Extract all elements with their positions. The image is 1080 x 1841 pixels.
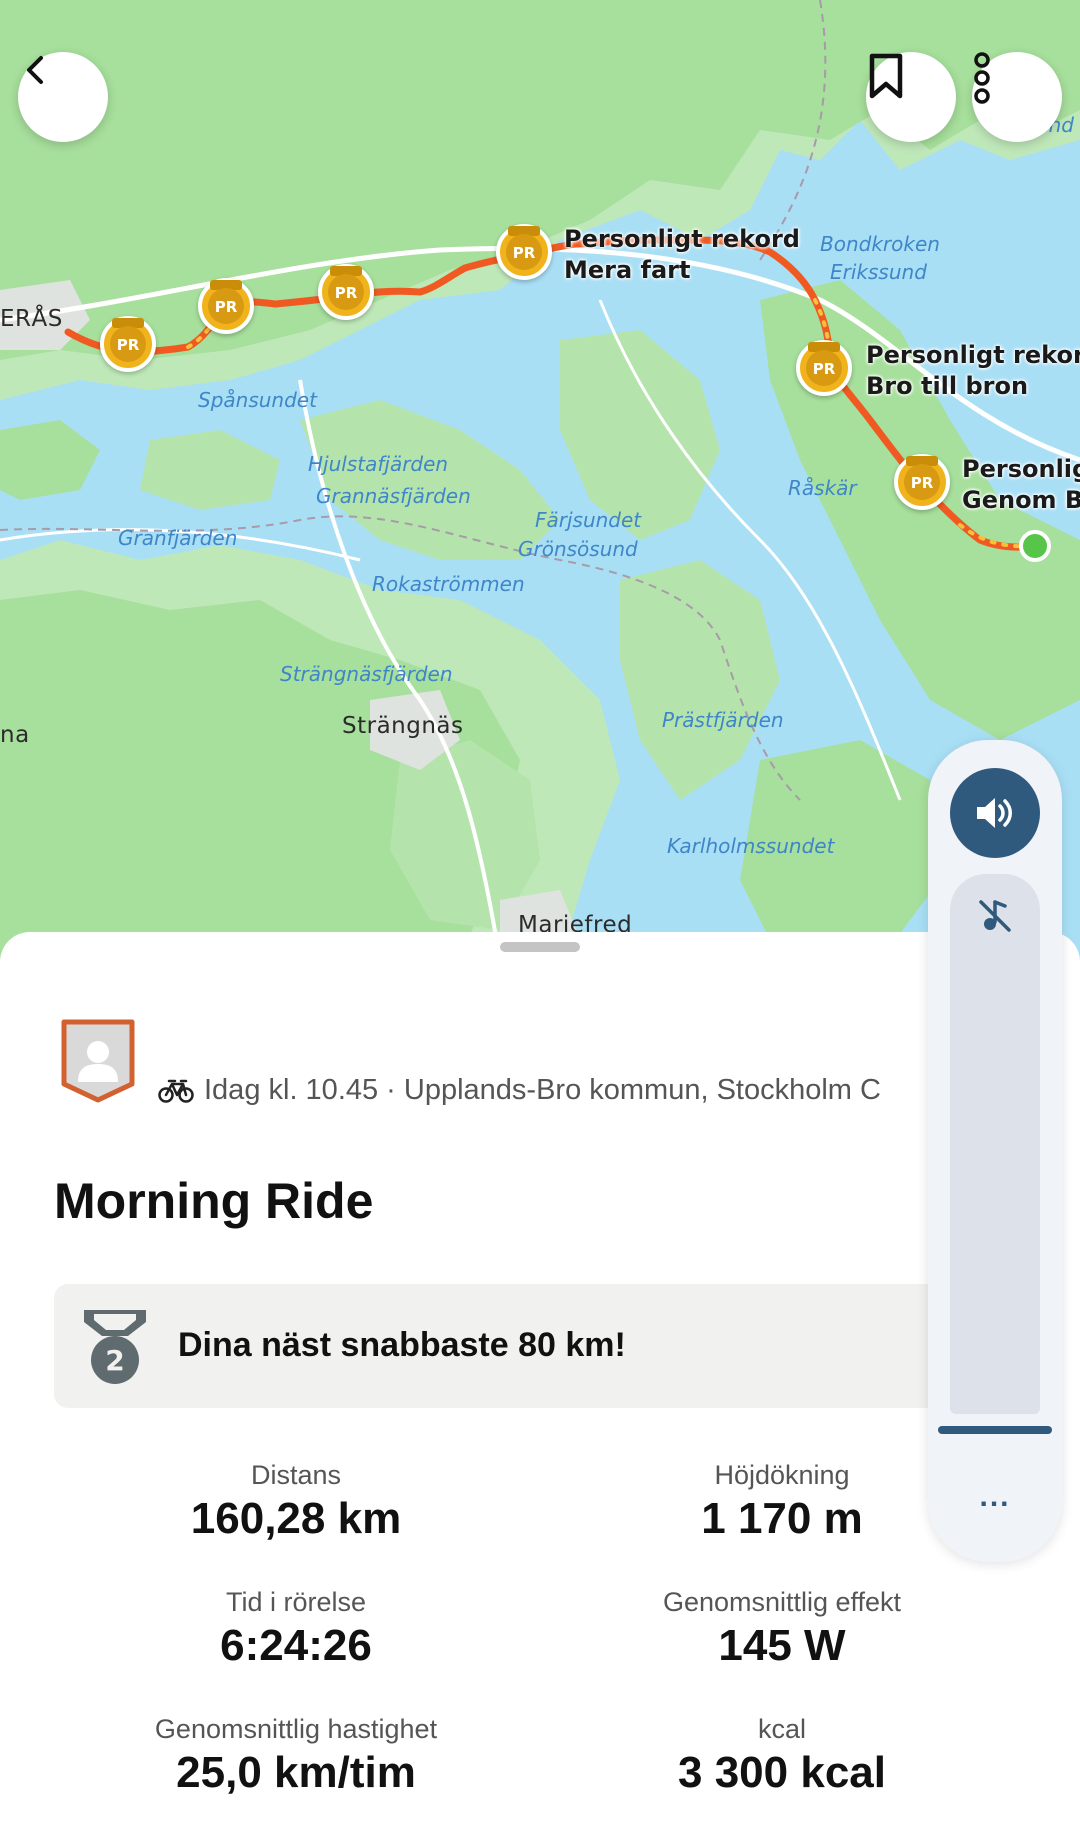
water-label: Karlholmssundet: [667, 834, 835, 858]
volume-level-bar: [938, 1426, 1052, 1434]
medal-rank: 2: [105, 1344, 124, 1377]
water-label: Erikssund: [830, 260, 927, 284]
town-label: na: [0, 722, 30, 748]
pr-annotation: Personligt rekord Bro till bron: [866, 341, 1080, 400]
pr-badge[interactable]: PR: [318, 264, 374, 320]
end-marker: [1019, 530, 1051, 562]
volume-panel: ...: [928, 740, 1062, 1562]
activity-sheet: Idag kl. 10.45 · Upplands-Bro kommun, St…: [0, 932, 1080, 1841]
stat-avg-speed: Genomsnittlig hastighet 25,0 km/tim: [154, 1714, 438, 1797]
speaker-icon: [977, 798, 1012, 828]
speaker-button[interactable]: [950, 768, 1040, 858]
water-label: Färjsundet: [535, 508, 642, 532]
water-label: Prästfjärden: [662, 708, 784, 732]
avatar-placeholder-icon: [61, 1019, 135, 1103]
chevron-left-icon: [27, 56, 43, 84]
pr-badge[interactable]: PR: [496, 224, 552, 280]
pr-annotation: Personligt Genom Br: [962, 455, 1080, 514]
sheet-drag-handle[interactable]: [500, 942, 580, 952]
achievement-banner[interactable]: 2 Dina näst snabbaste 80 km!: [54, 1284, 1054, 1408]
bookmark-icon: [869, 53, 903, 99]
water-label: Råskär: [788, 476, 857, 500]
water-label: Hjulstafjärden: [308, 452, 449, 476]
avatar[interactable]: [60, 1018, 136, 1104]
town-label: Strängnäs: [342, 713, 464, 739]
volume-slider[interactable]: [950, 874, 1040, 1414]
water-label: Grannäsfjärden: [316, 484, 471, 508]
water-label: Grönsösund: [518, 537, 638, 561]
achievement-text: Dina näst snabbaste 80 km!: [178, 1326, 626, 1364]
water-label: Rokaströmmen: [372, 572, 525, 596]
stat-avg-power: Genomsnittlig effekt 145 W: [662, 1587, 902, 1670]
pr-badge[interactable]: PR: [894, 454, 950, 510]
stat-distance: Distans 160,28 km: [190, 1460, 402, 1543]
water-label: Strängnäsfjärden: [280, 662, 453, 686]
back-button[interactable]: [18, 52, 108, 142]
stat-calories: kcal 3 300 kcal: [678, 1714, 886, 1797]
route-map[interactable]: Spånsundet Hjulstafjärden Grannäsfjärden…: [0, 0, 1080, 960]
more-vertical-icon: [974, 52, 990, 104]
activity-meta: Idag kl. 10.45 · Upplands-Bro kommun, St…: [158, 1074, 881, 1107]
more-options-button[interactable]: [972, 52, 1062, 142]
stat-moving-time: Tid i rörelse 6:24:26: [220, 1587, 372, 1670]
town-label: ERÅS: [0, 306, 63, 332]
volume-more-button[interactable]: ...: [928, 1480, 1062, 1514]
medal-icon: 2: [84, 1310, 146, 1384]
bookmark-button[interactable]: [866, 52, 956, 142]
bike-icon: [158, 1079, 194, 1103]
water-label: Bondkroken: [820, 232, 940, 256]
water-label: Granfjärden: [118, 526, 238, 550]
pr-badge[interactable]: PR: [100, 316, 156, 372]
pr-badge[interactable]: PR: [796, 340, 852, 396]
pr-annotation: Personligt rekord Mera fart: [564, 225, 800, 284]
water-label: Spånsundet: [198, 388, 317, 412]
activity-meta-text: Idag kl. 10.45 · Upplands-Bro kommun, St…: [204, 1074, 881, 1106]
activity-title: Morning Ride: [54, 1173, 374, 1229]
music-off-icon: [979, 900, 1011, 932]
pr-badge[interactable]: PR: [198, 278, 254, 334]
